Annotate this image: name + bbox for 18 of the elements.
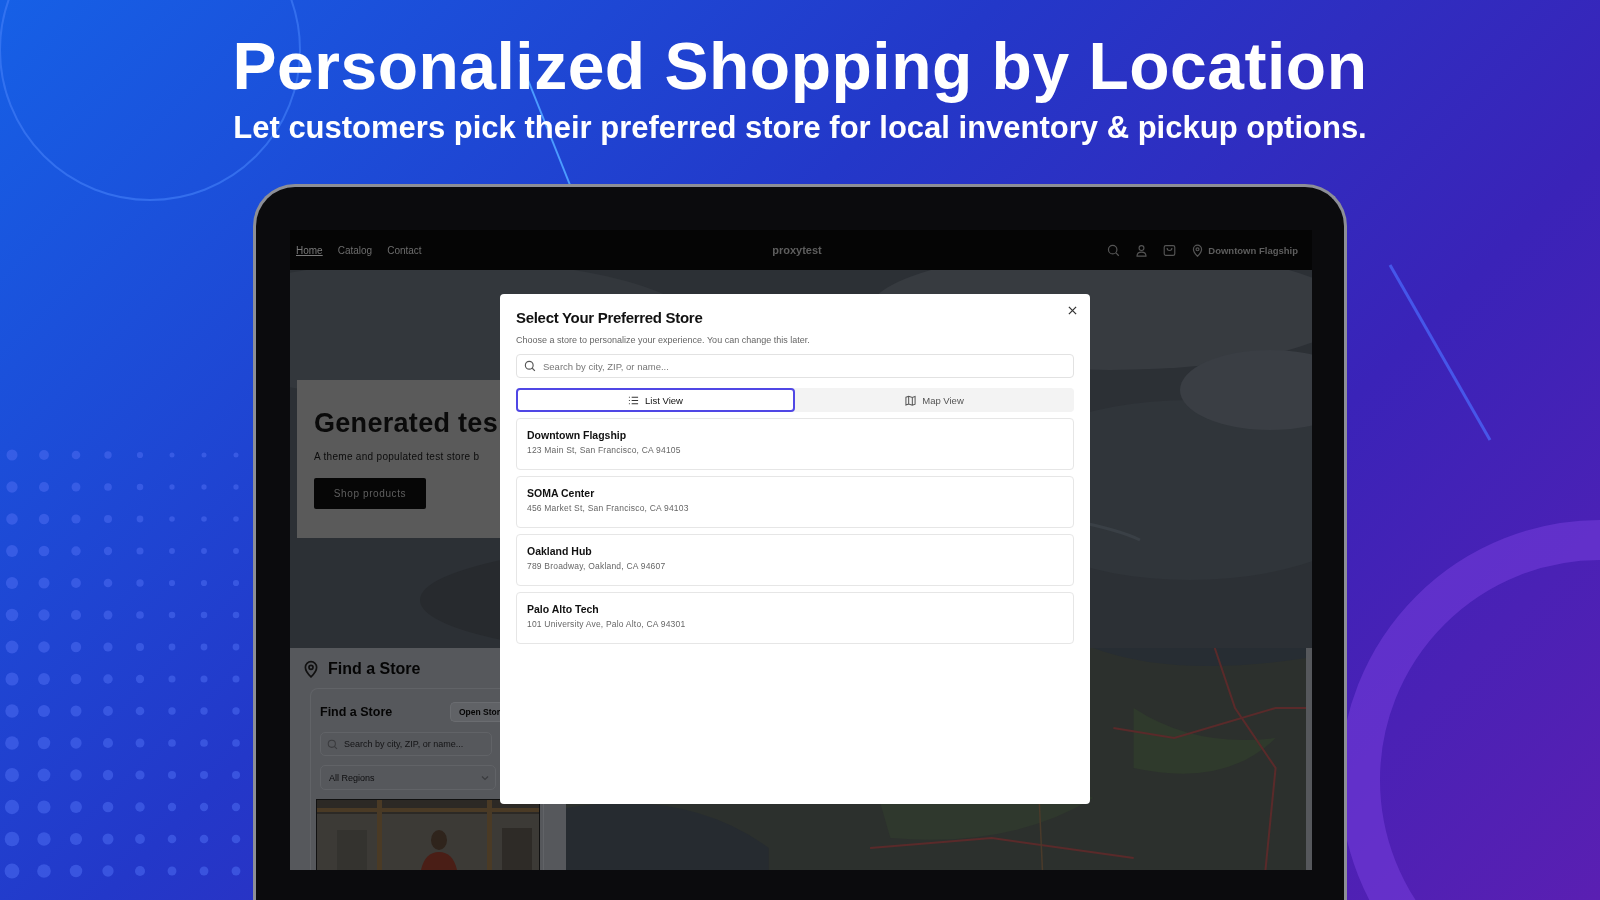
location-pin-icon xyxy=(1191,243,1205,257)
nav-link[interactable]: Home xyxy=(296,244,323,256)
subheadline: Let customers pick their preferred store for local inventory & pickup options. xyxy=(233,110,1367,146)
nav-link[interactable]: Contact xyxy=(387,244,422,256)
panel-title: Find a Store xyxy=(320,705,393,719)
headline: Personalized Shopping by Location xyxy=(232,28,1368,105)
section-title: Find a Store xyxy=(328,660,421,678)
chevron-icon xyxy=(481,773,489,782)
search-icon xyxy=(327,738,338,750)
nav-link[interactable]: Catalog xyxy=(337,244,373,256)
location-pin-icon xyxy=(302,660,320,678)
search-icon xyxy=(1107,243,1121,257)
cart-icon[interactable] xyxy=(1163,243,1177,257)
open-store-button[interactable]: Open Stor xyxy=(449,702,500,722)
user-icon[interactable] xyxy=(1135,243,1149,257)
store-logo[interactable]: proxytest xyxy=(630,244,964,256)
selected-store-link[interactable]: Downtown Flagship xyxy=(1208,244,1298,256)
region-dropdown[interactable]: All Regions xyxy=(320,765,496,790)
